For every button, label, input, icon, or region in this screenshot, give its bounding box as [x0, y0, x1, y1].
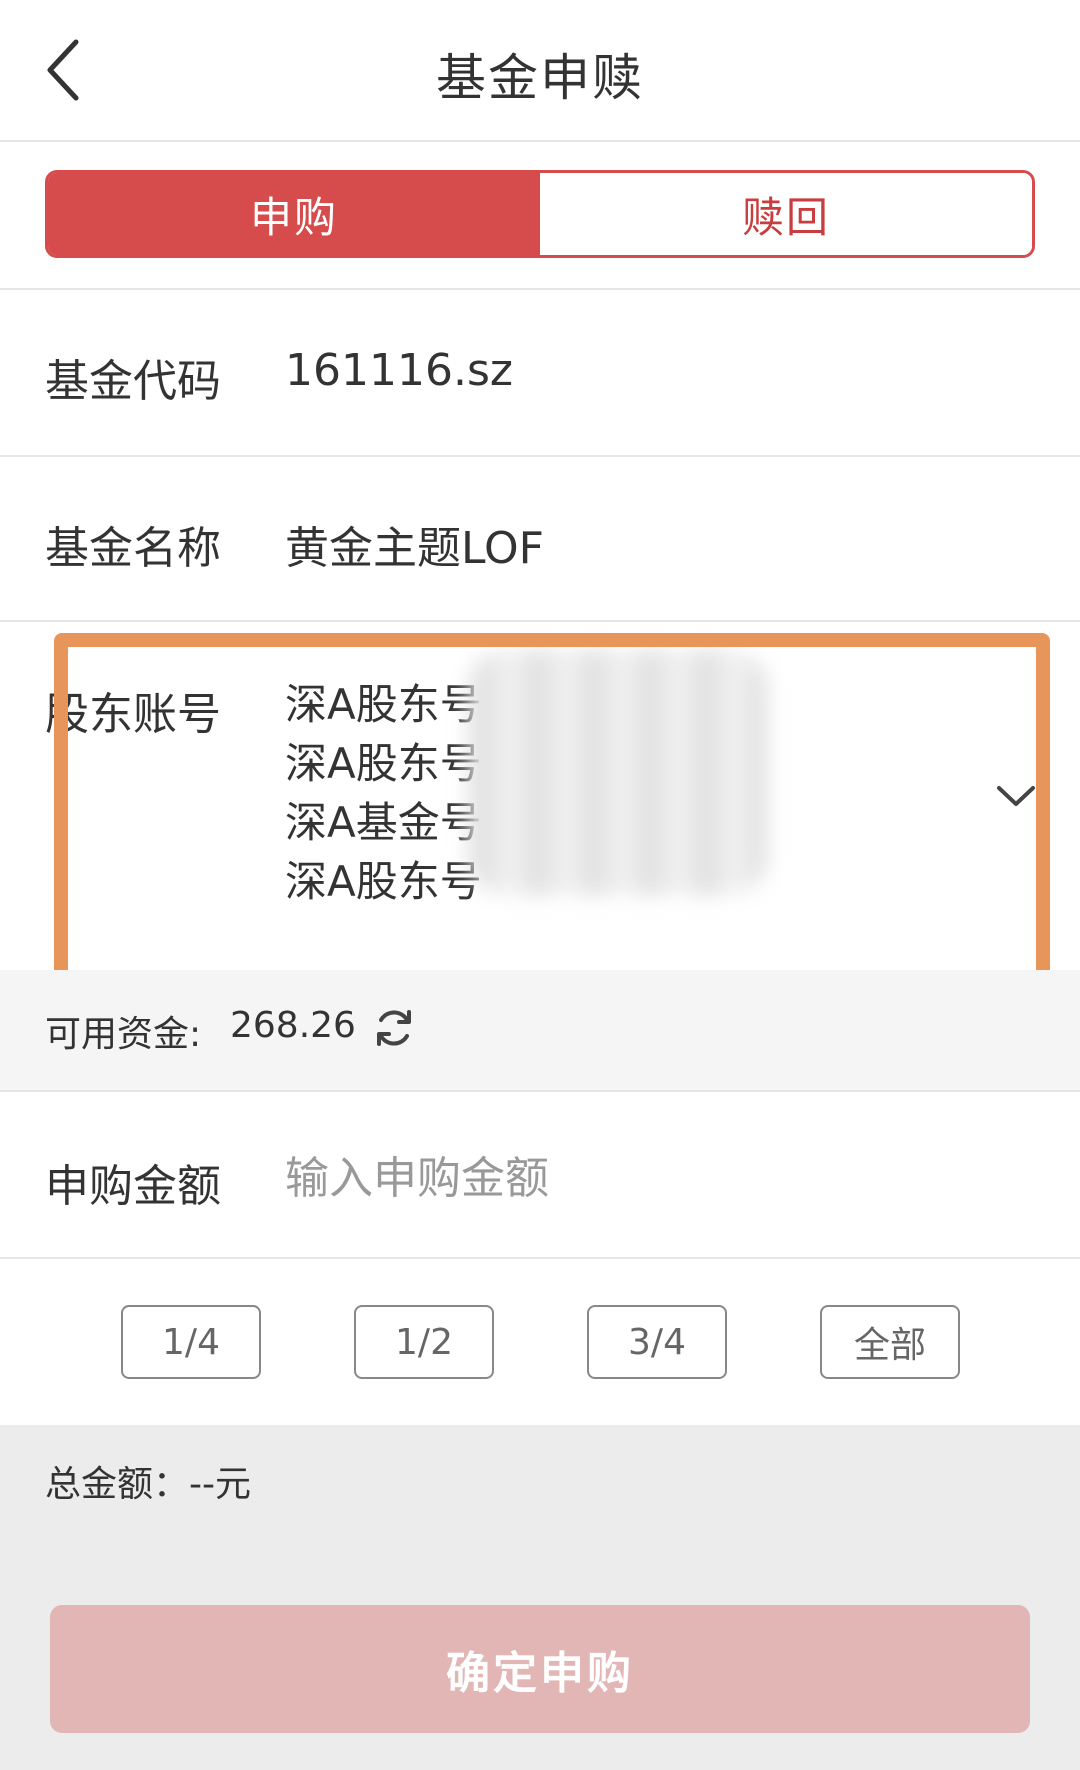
header-bar: 基金申赎: [0, 0, 1080, 142]
tab-redeem[interactable]: 赎回: [540, 173, 1032, 255]
fund-code-value: 161116.sz: [285, 345, 513, 396]
divider: [0, 455, 1080, 457]
account-option[interactable]: 深A股东号: [285, 852, 482, 911]
tab-purchase[interactable]: 申购: [48, 173, 540, 255]
quick-amount-quarter-button[interactable]: 1/4: [121, 1305, 261, 1379]
purchase-amount-label: 申购金额: [45, 1161, 221, 1212]
chevron-down-icon[interactable]: [995, 780, 1037, 810]
divider: [0, 1090, 1080, 1092]
fund-name-value: 黄金主题LOF: [285, 523, 544, 574]
total-amount: 总金额：--元: [45, 1464, 251, 1505]
page-title: 基金申赎: [436, 49, 644, 107]
divider: [0, 1257, 1080, 1259]
account-option[interactable]: 深A股东号: [285, 675, 482, 734]
divider: [0, 620, 1080, 622]
shareholder-account-label: 股东账号: [45, 689, 221, 740]
quick-amount-three-quarter-button[interactable]: 3/4: [587, 1305, 727, 1379]
divider: [0, 288, 1080, 290]
fund-code-label: 基金代码: [45, 356, 221, 407]
confirm-purchase-button[interactable]: 确定申购: [50, 1605, 1030, 1733]
available-funds-value: 268.26: [230, 1005, 356, 1046]
purchase-redeem-tabs: 申购 赎回: [45, 170, 1035, 258]
quick-amount-half-button[interactable]: 1/2: [354, 1305, 494, 1379]
account-option[interactable]: 深A基金号: [285, 793, 482, 852]
available-funds-label: 可用资金:: [45, 1014, 202, 1055]
fund-name-label: 基金名称: [45, 523, 221, 574]
redaction-blur: [468, 650, 768, 895]
quick-amount-all-button[interactable]: 全部: [820, 1305, 960, 1379]
shareholder-account-select[interactable]: 深A股东号 深A股东号 深A基金号 深A股东号: [285, 675, 482, 911]
purchase-amount-input[interactable]: [285, 1148, 985, 1208]
refresh-icon[interactable]: [372, 1006, 416, 1050]
account-option[interactable]: 深A股东号: [285, 734, 482, 793]
